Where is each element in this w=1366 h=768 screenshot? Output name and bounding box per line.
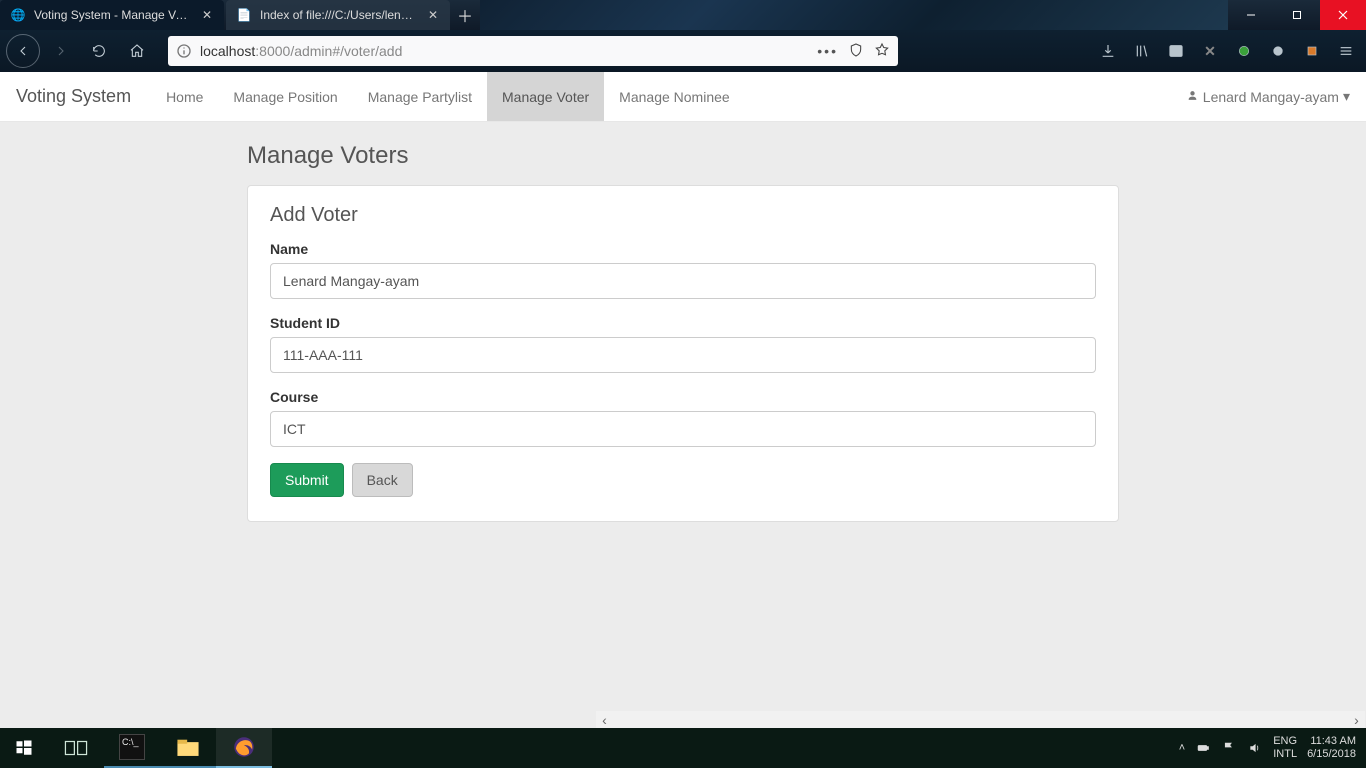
caret-down-icon: ▾: [1343, 88, 1350, 105]
clock[interactable]: 11:43 AM 6/15/2018: [1307, 735, 1356, 761]
app-navbar: Voting System Home Manage Position Manag…: [0, 72, 1366, 122]
browser-tab-active[interactable]: 🌐 Voting System - Manage Voters ✕: [0, 0, 224, 30]
more-icon[interactable]: •••: [817, 43, 838, 59]
maximize-button[interactable]: [1274, 0, 1320, 30]
tab-title: Voting System - Manage Voters: [34, 8, 192, 22]
taskbar-app-firefox[interactable]: [216, 728, 272, 768]
page-content: Manage Voters Add Voter Name Student ID …: [0, 122, 1366, 728]
nav-item-home[interactable]: Home: [151, 72, 218, 121]
nav-items: Home Manage Position Manage Partylist Ma…: [151, 72, 745, 121]
sidebar-icon[interactable]: [1162, 37, 1190, 65]
new-tab-button[interactable]: ＋: [450, 0, 480, 30]
page-title: Manage Voters: [247, 142, 1119, 170]
form-panel: Add Voter Name Student ID Course Submit …: [247, 185, 1119, 522]
name-input[interactable]: [270, 263, 1096, 299]
nav-item-manage-partylist[interactable]: Manage Partylist: [353, 72, 487, 121]
flag-icon[interactable]: [1221, 740, 1237, 756]
scroll-right-icon[interactable]: ›: [1348, 711, 1365, 728]
brand[interactable]: Voting System: [16, 86, 151, 107]
address-bar[interactable]: localhost:8000/admin#/voter/add •••: [168, 36, 898, 66]
user-name: Lenard Mangay-ayam: [1203, 89, 1339, 105]
home-button[interactable]: [120, 34, 154, 68]
browser-toolbar: localhost:8000/admin#/voter/add ••• ✕: [0, 30, 1366, 72]
start-button[interactable]: [0, 728, 48, 768]
volume-icon[interactable]: [1247, 740, 1263, 756]
nav-item-manage-position[interactable]: Manage Position: [218, 72, 352, 121]
user-icon: [1186, 89, 1199, 105]
extension-green-icon[interactable]: [1230, 37, 1258, 65]
taskbar-app-explorer[interactable]: [160, 728, 216, 768]
system-tray: ˄ ENG INTL 11:43 AM 6/15/2018: [1179, 735, 1366, 761]
course-label: Course: [270, 389, 1096, 405]
taskbar-app-cmd[interactable]: C:\_: [104, 728, 160, 768]
nav-item-manage-voter[interactable]: Manage Voter: [487, 72, 604, 121]
title-bar-drag[interactable]: [480, 0, 1228, 30]
taskbar: C:\_ ˄ ENG INTL 11:43 AM 6/15/2018: [0, 728, 1366, 768]
nav-item-manage-nominee[interactable]: Manage Nominee: [604, 72, 745, 121]
globe-icon: 🌐: [10, 7, 26, 23]
menu-icon[interactable]: [1332, 37, 1360, 65]
horizontal-scrollbar[interactable]: ‹ ›: [596, 711, 1365, 728]
library-icon[interactable]: [1128, 37, 1156, 65]
downloads-icon[interactable]: [1094, 37, 1122, 65]
tray-chevron-up-icon[interactable]: ˄: [1179, 742, 1185, 754]
forward-button[interactable]: [44, 34, 78, 68]
close-icon[interactable]: ✕: [426, 8, 440, 22]
tab-strip: 🌐 Voting System - Manage Voters ✕ 📄 Inde…: [0, 0, 480, 30]
bookmark-star-icon[interactable]: [874, 42, 890, 61]
tab-title: Index of file:///C:/Users/lenard: [260, 8, 418, 22]
extension-x-icon[interactable]: ✕: [1196, 37, 1224, 65]
back-button[interactable]: [6, 34, 40, 68]
course-input[interactable]: [270, 411, 1096, 447]
window-controls: [1228, 0, 1366, 30]
extension-ring-icon[interactable]: [1264, 37, 1292, 65]
scroll-left-icon[interactable]: ‹: [596, 711, 613, 728]
close-icon[interactable]: ✕: [200, 8, 214, 22]
file-icon: 📄: [236, 7, 252, 23]
submit-button[interactable]: Submit: [270, 463, 344, 497]
form-title: Add Voter: [270, 204, 1096, 227]
power-icon[interactable]: [1195, 740, 1211, 756]
window-chrome: 🌐 Voting System - Manage Voters ✕ 📄 Inde…: [0, 0, 1366, 30]
shield-icon[interactable]: [848, 42, 864, 61]
back-button[interactable]: Back: [352, 463, 413, 497]
task-view-button[interactable]: [48, 728, 104, 768]
minimize-button[interactable]: [1228, 0, 1274, 30]
close-window-button[interactable]: [1320, 0, 1366, 30]
language-indicator[interactable]: ENG INTL: [1273, 735, 1297, 761]
site-info-icon[interactable]: [176, 43, 192, 59]
url-text: localhost:8000/admin#/voter/add: [200, 43, 809, 59]
student-id-input[interactable]: [270, 337, 1096, 373]
extension-orange-icon[interactable]: [1298, 37, 1326, 65]
browser-tab[interactable]: 📄 Index of file:///C:/Users/lenard ✕: [226, 0, 450, 30]
user-menu[interactable]: Lenard Mangay-ayam ▾: [1186, 88, 1350, 105]
name-label: Name: [270, 241, 1096, 257]
reload-button[interactable]: [82, 34, 116, 68]
student-id-label: Student ID: [270, 315, 1096, 331]
